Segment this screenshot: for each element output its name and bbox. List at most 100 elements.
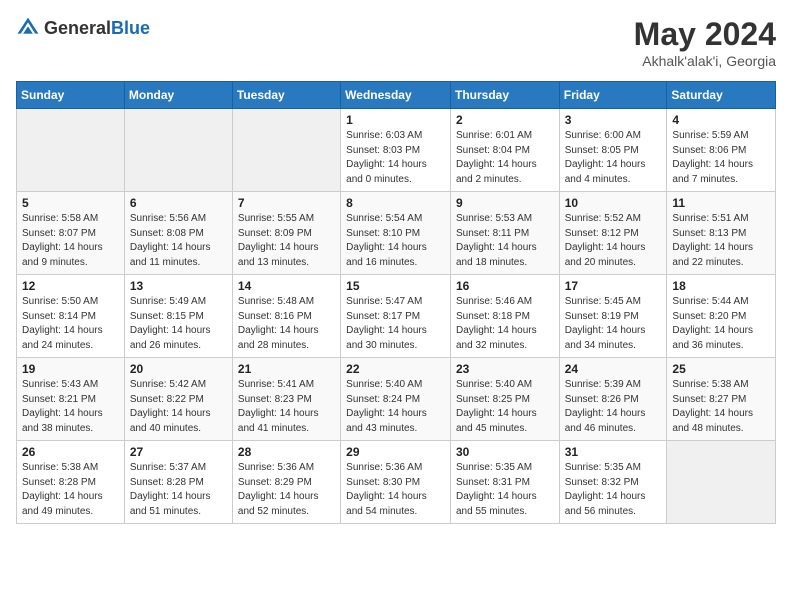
daylight-hours: Daylight: 14 hours [456,408,537,419]
daylight-hours: Daylight: 14 hours [238,408,319,419]
sun-time: and 26 minutes. [130,340,201,351]
sun-time: and 43 minutes. [346,423,417,434]
sun-time: Sunset: 8:04 PM [456,145,530,156]
day-number: 31 [565,445,662,459]
day-number: 27 [130,445,227,459]
sun-time: Sunset: 8:07 PM [22,228,96,239]
day-info: Sunrise: 5:50 AMSunset: 8:14 PMDaylight:… [22,295,119,353]
daylight-hours: Daylight: 14 hours [456,242,537,253]
calendar-cell: 22Sunrise: 5:40 AMSunset: 8:24 PMDayligh… [341,358,451,441]
sun-time: Sunset: 8:32 PM [565,477,639,488]
day-number: 14 [238,279,335,293]
daylight-hours: Daylight: 14 hours [238,325,319,336]
sun-time: and 18 minutes. [456,257,527,268]
day-info: Sunrise: 5:35 AMSunset: 8:31 PMDaylight:… [456,461,554,519]
sun-time: and 32 minutes. [456,340,527,351]
sun-time: Sunrise: 5:36 AM [238,462,314,473]
day-info: Sunrise: 5:52 AMSunset: 8:12 PMDaylight:… [565,212,662,270]
calendar-week-row: 19Sunrise: 5:43 AMSunset: 8:21 PMDayligh… [17,358,776,441]
day-number: 4 [672,113,770,127]
calendar-cell: 19Sunrise: 5:43 AMSunset: 8:21 PMDayligh… [17,358,125,441]
calendar-cell: 30Sunrise: 5:35 AMSunset: 8:31 PMDayligh… [450,441,559,524]
sun-time: and 11 minutes. [130,257,200,268]
day-info: Sunrise: 5:59 AMSunset: 8:06 PMDaylight:… [672,129,770,187]
sun-time: and 46 minutes. [565,423,636,434]
sun-time: Sunset: 8:15 PM [130,311,204,322]
sun-time: Sunrise: 5:40 AM [456,379,532,390]
day-info: Sunrise: 5:53 AMSunset: 8:11 PMDaylight:… [456,212,554,270]
day-info: Sunrise: 5:56 AMSunset: 8:08 PMDaylight:… [130,212,227,270]
calendar-cell: 17 Sunrise: 5:45 AMSunset: 8:19 PMDayligh… [559,275,667,358]
sun-time: Sunset: 8:21 PM [22,394,96,405]
sun-time: Sunrise: 5:40 AM [346,379,422,390]
daylight-hours: Daylight: 14 hours [238,491,319,502]
sun-time: and 9 minutes. [22,257,88,268]
sun-time: Sunset: 8:20 PM [672,311,746,322]
day-header-wednesday: Wednesday [341,82,451,109]
calendar-cell: 14Sunrise: 5:48 AMSunset: 8:16 PMDayligh… [232,275,340,358]
sun-time: Sunset: 8:24 PM [346,394,420,405]
day-info: Sunrise: 5:35 AMSunset: 8:32 PMDaylight:… [565,461,662,519]
calendar-cell: 13Sunrise: 5:49 AMSunset: 8:15 PMDayligh… [124,275,232,358]
sun-time: Sunset: 8:26 PM [565,394,639,405]
day-number: 26 [22,445,119,459]
daylight-hours: Daylight: 14 hours [346,242,427,253]
calendar-cell: 11Sunrise: 5:51 AMSunset: 8:13 PMDayligh… [667,192,776,275]
day-info: Sunrise: 5:45 AMSunset: 8:19 PMDaylight:… [565,295,662,353]
calendar-cell: 5Sunrise: 5:58 AMSunset: 8:07 PMDaylight… [17,192,125,275]
sun-time: Sunset: 8:19 PM [565,311,639,322]
calendar-cell: 15Sunrise: 5:47 AMSunset: 8:17 PMDayligh… [341,275,451,358]
day-info: Sunrise: 5:40 AMSunset: 8:25 PMDaylight:… [456,378,554,436]
day-number: 24 [565,362,662,376]
calendar-cell: 8Sunrise: 5:54 AMSunset: 8:10 PMDaylight… [341,192,451,275]
calendar-cell: 18Sunrise: 5:44 AMSunset: 8:20 PMDayligh… [667,275,776,358]
calendar-table: SundayMondayTuesdayWednesdayThursdayFrid… [16,81,776,524]
daylight-hours: Daylight: 14 hours [672,159,753,170]
daylight-hours: Daylight: 14 hours [672,408,753,419]
sun-time: Sunset: 8:22 PM [130,394,204,405]
sun-time: Sunset: 8:29 PM [238,477,312,488]
calendar-cell: 21Sunrise: 5:41 AMSunset: 8:23 PMDayligh… [232,358,340,441]
sun-time: and 4 minutes. [565,174,631,185]
daylight-hours: Daylight: 14 hours [672,325,753,336]
daylight-hours: Daylight: 14 hours [565,242,646,253]
calendar-week-row: 1Sunrise: 6:03 AMSunset: 8:03 PMDaylight… [17,109,776,192]
sun-time: Sunrise: 5:55 AM [238,213,314,224]
sun-time: and 7 minutes. [672,174,738,185]
sun-time: Sunrise: 5:50 AM [22,296,98,307]
sun-time: Sunrise: 5:58 AM [22,213,98,224]
sun-time: Sunset: 8:12 PM [565,228,639,239]
sun-time: Sunrise: 5:38 AM [22,462,98,473]
daylight-hours: Daylight: 14 hours [130,242,211,253]
sun-time: Sunset: 8:05 PM [565,145,639,156]
day-number: 23 [456,362,554,376]
sun-time: and 55 minutes. [456,506,527,517]
sun-time: and 36 minutes. [672,340,743,351]
day-number: 16 [456,279,554,293]
day-header-sunday: Sunday [17,82,125,109]
daylight-hours: Daylight: 14 hours [456,491,537,502]
calendar-cell: 24 Sunrise: 5:39 AMSunset: 8:26 PMDayligh… [559,358,667,441]
logo-text-blue: Blue [111,18,150,38]
day-info: Sunrise: 5:44 AM Sunset: 8:20 PM Daylight:… [672,295,770,353]
daylight-hours: Daylight: 14 hours [346,325,427,336]
calendar-cell: 20Sunrise: 5:42 AMSunset: 8:22 PMDayligh… [124,358,232,441]
day-number: 10 [565,196,662,210]
sun-time: Sunrise: 5:56 AM [130,213,206,224]
sun-time: Sunset: 8:06 PM [672,145,746,156]
sun-time: Sunset: 8:09 PM [238,228,312,239]
calendar-cell: 4 Sunrise: 5:59 AMSunset: 8:06 PMDaylight… [667,109,776,192]
sun-time: Sunrise: 5:44 AM [672,296,748,307]
calendar-cell [667,441,776,524]
day-number: 17 [565,279,662,293]
sun-time: and 20 minutes. [565,257,636,268]
sun-time: and 13 minutes. [238,257,309,268]
sun-time: Sunrise: 6:01 AM [456,130,532,141]
sun-time: and 28 minutes. [238,340,309,351]
daylight-hours: Daylight: 14 hours [456,325,537,336]
day-info: Sunrise: 5:39 AMSunset: 8:26 PMDaylight:… [565,378,662,436]
sun-time: Sunset: 8:16 PM [238,311,312,322]
day-info: Sunrise: 5:36 AM Sunset: 8:29 PM Daylight:… [238,461,335,519]
sun-time: Sunset: 8:11 PM [456,228,529,239]
sun-time: and 45 minutes. [456,423,527,434]
